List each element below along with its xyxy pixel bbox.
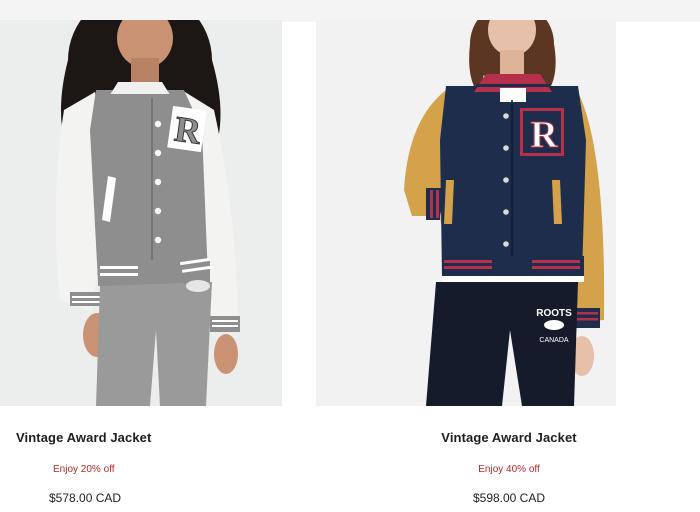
- svg-text:CANADA: CANADA: [539, 337, 569, 344]
- product-price: $598.00 CAD: [472, 491, 546, 505]
- svg-text:R: R: [530, 114, 558, 156]
- product-photo-navy-jacket: R ROOTS CANADA: [404, 20, 605, 406]
- top-strip: [0, 0, 700, 22]
- product-title[interactable]: Vintage Award Jacket: [316, 430, 700, 445]
- product-card[interactable]: R ROOTS CANADA Vintage Award Jacket Enjo…: [316, 20, 616, 512]
- product-image[interactable]: R ROOTS CANADA: [316, 20, 616, 406]
- svg-text:ROOTS: ROOTS: [536, 308, 572, 319]
- product-title[interactable]: Vintage Award Jacket: [16, 430, 326, 445]
- promo-text: Enjoy 20% off: [53, 464, 115, 475]
- promo-text: Enjoy 40% off: [478, 464, 540, 475]
- product-image[interactable]: R: [0, 20, 282, 406]
- product-price: $578.00 CAD: [49, 491, 122, 505]
- product-card[interactable]: R Vintage Award Jacket Enjoy 20% off $57…: [0, 20, 310, 512]
- product-photo-grey-jacket: R: [55, 20, 240, 406]
